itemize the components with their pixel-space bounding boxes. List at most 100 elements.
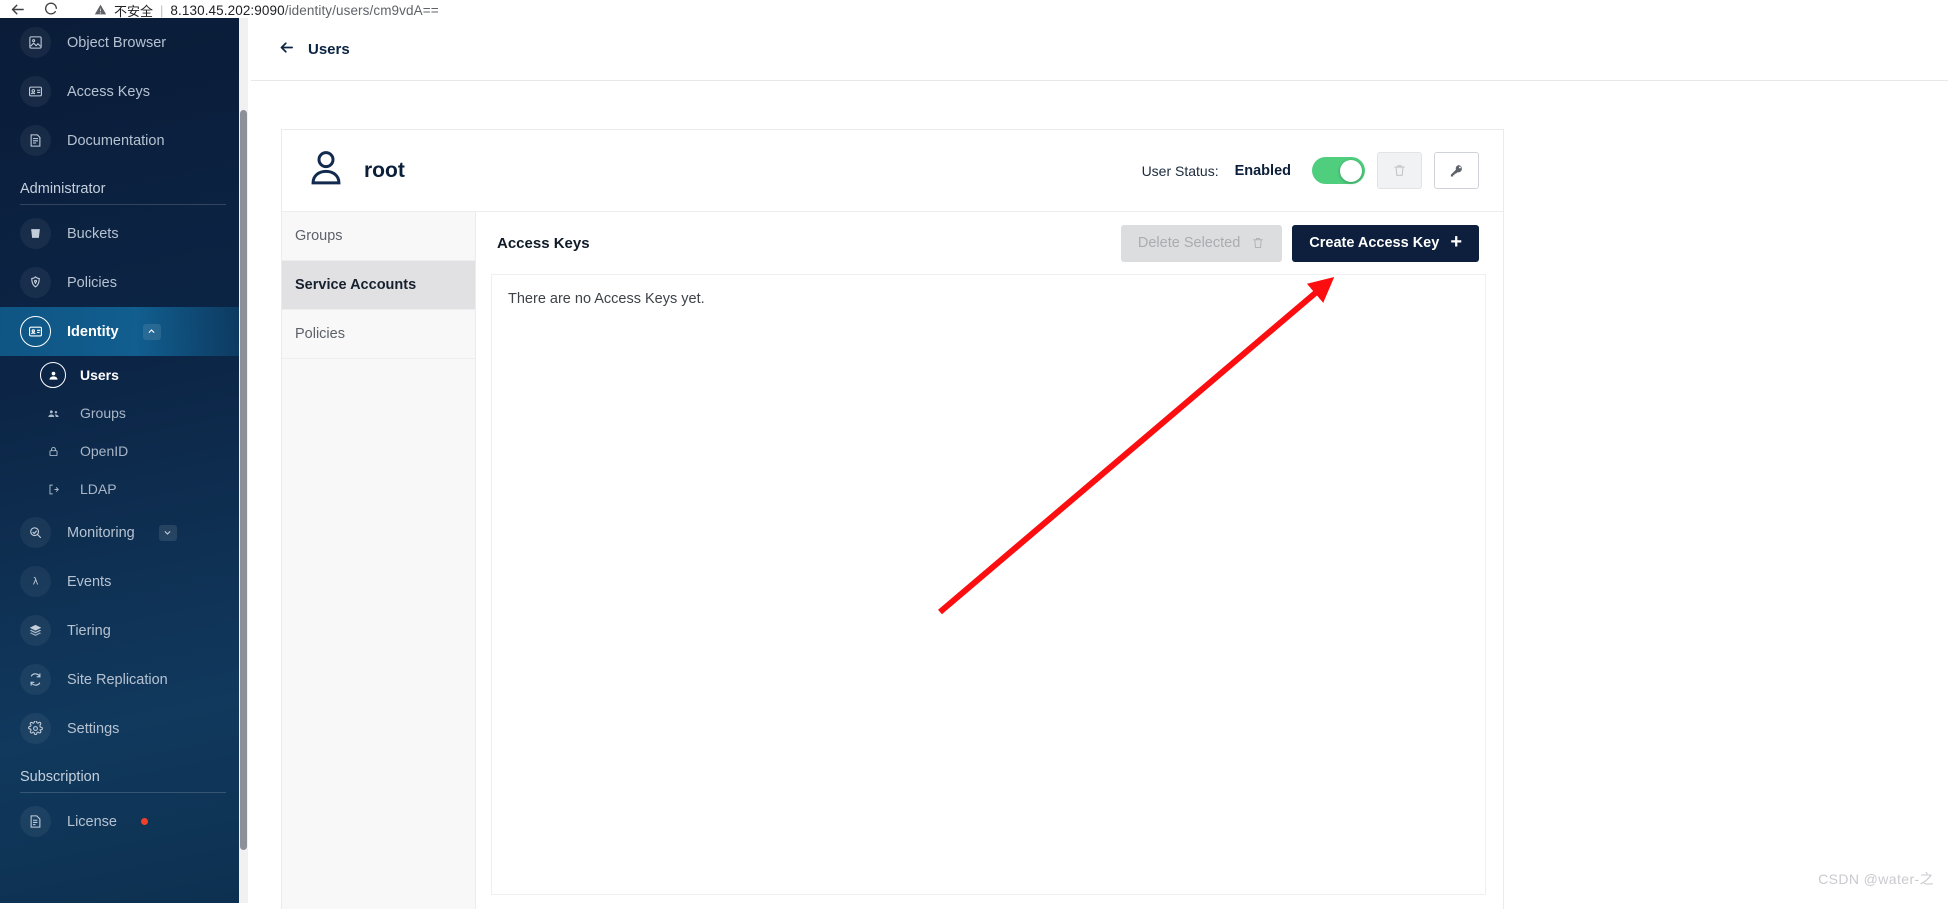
sidebar-item-label: Tiering [67,623,111,639]
omnibox-divider: | [160,3,163,18]
chevron-up-icon[interactable] [143,324,161,340]
object-browser-icon [20,27,51,58]
arrow-left-icon [278,39,295,56]
empty-state-message: There are no Access Keys yet. [492,275,1485,307]
panel-header: Access Keys Delete Selected Create Acces… [476,212,1503,274]
tab-list: Groups Service Accounts Policies [282,212,476,909]
svg-text:λ: λ [33,577,39,588]
sidebar-item-label: Events [67,574,111,590]
user-status-label: User Status: [1142,163,1219,179]
browser-back-button[interactable] [0,0,34,18]
plus-icon: + [1450,232,1462,252]
sidebar-item-label: OpenID [80,443,128,459]
sidebar-item-label: Identity [67,324,119,340]
license-icon [20,806,51,837]
tab-label: Groups [295,228,343,244]
ldap-icon [40,476,66,502]
sidebar-item-buckets[interactable]: Buckets [0,209,248,258]
sidebar-item-ldap[interactable]: LDAP [0,470,248,508]
sidebar-item-users[interactable]: Users [0,356,248,394]
sidebar-section-administrator: Administrator [0,165,248,202]
section-divider [20,792,226,793]
sidebar-item-access-keys[interactable]: Access Keys [0,67,248,116]
address-bar[interactable]: 不安全 | 8.130.45.202:9090/identity/users/c… [82,0,1262,18]
license-alert-dot [141,818,148,825]
tab-policies[interactable]: Policies [282,310,475,359]
sidebar-item-object-browser[interactable]: Object Browser [0,18,248,67]
sidebar-item-monitoring[interactable]: Monitoring [0,508,248,557]
browser-reload-button[interactable] [34,0,68,18]
sidebar-item-label: Buckets [67,226,119,242]
create-access-key-button[interactable]: Create Access Key + [1292,225,1479,262]
sidebar-item-groups[interactable]: Groups [0,394,248,432]
sidebar-item-license[interactable]: License [0,797,248,846]
tab-label: Service Accounts [295,277,416,293]
user-status-value: Enabled [1235,163,1291,179]
url-text: 8.130.45.202:9090/identity/users/cm9vdA=… [170,3,438,18]
user-banner: root User Status: Enabled [282,130,1503,212]
user-name: root [364,159,405,183]
sidebar-item-site-replication[interactable]: Site Replication [0,655,248,704]
sidebar-item-label: Access Keys [67,84,150,100]
sidebar-item-label: Site Replication [67,672,168,688]
sidebar-item-label: Documentation [67,133,165,149]
sidebar: Object Browser Access Keys Documentation… [0,18,248,903]
user-avatar-icon [305,147,347,194]
tab-groups[interactable]: Groups [282,212,475,261]
sidebar-item-label: Groups [80,405,126,421]
lambda-icon: λ [20,566,51,597]
panel-title: Access Keys [497,235,590,252]
user-actions: User Status: Enabled [1142,152,1479,189]
policy-icon [20,267,51,298]
access-keys-panel: Access Keys Delete Selected Create Acces… [476,212,1503,909]
toggle-knob [1340,160,1362,182]
security-status-label: 不安全 [114,1,153,19]
monitoring-icon [20,517,51,548]
url-host: 8.130.45.202:9090 [170,3,284,18]
trash-icon [1392,163,1407,178]
bucket-icon [20,218,51,249]
user-detail-card: root User Status: Enabled [281,129,1504,909]
browser-toolbar: 不安全 | 8.130.45.202:9090/identity/users/c… [0,0,1948,18]
user-status-toggle[interactable] [1312,157,1365,184]
access-keys-icon [20,76,51,107]
delete-selected-button[interactable]: Delete Selected [1121,225,1282,262]
sidebar-item-label: Object Browser [67,35,166,51]
section-divider [20,204,226,205]
key-icon [1449,163,1464,178]
tab-service-accounts[interactable]: Service Accounts [282,261,475,310]
sidebar-item-label: Settings [67,721,119,737]
sidebar-item-label: Policies [67,275,117,291]
sidebar-item-label: License [67,814,117,830]
identity-icon [20,316,51,347]
reload-icon [43,1,59,17]
sidebar-item-openid[interactable]: OpenID [0,432,248,470]
page-header: Users [251,18,1948,81]
groups-icon [40,400,66,426]
back-button[interactable] [278,39,295,59]
sidebar-scrollbar-thumb[interactable] [240,110,247,850]
chevron-down-icon[interactable] [159,525,177,541]
sidebar-item-label: Monitoring [67,525,135,541]
sidebar-item-documentation[interactable]: Documentation [0,116,248,165]
documentation-icon [20,125,51,156]
replication-icon [20,664,51,695]
watermark: CSDN @water-之 [1818,869,1934,889]
sidebar-item-identity[interactable]: Identity [0,307,248,356]
access-keys-empty-state: There are no Access Keys yet. [491,274,1486,895]
create-access-key-label: Create Access Key [1309,235,1439,251]
openid-lock-icon [40,438,66,464]
user-icon [40,362,66,388]
delete-selected-label: Delete Selected [1138,235,1240,251]
warning-triangle-icon [94,3,107,18]
change-password-button[interactable] [1434,152,1479,189]
trash-icon [1251,236,1265,250]
delete-user-button[interactable] [1377,152,1422,189]
tab-label: Policies [295,326,345,342]
panel-actions: Delete Selected Create Access Key + [1121,225,1479,262]
sidebar-section-subscription: Subscription [0,753,248,790]
sidebar-item-events[interactable]: λ Events [0,557,248,606]
sidebar-item-settings[interactable]: Settings [0,704,248,753]
sidebar-item-tiering[interactable]: Tiering [0,606,248,655]
sidebar-item-policies[interactable]: Policies [0,258,248,307]
